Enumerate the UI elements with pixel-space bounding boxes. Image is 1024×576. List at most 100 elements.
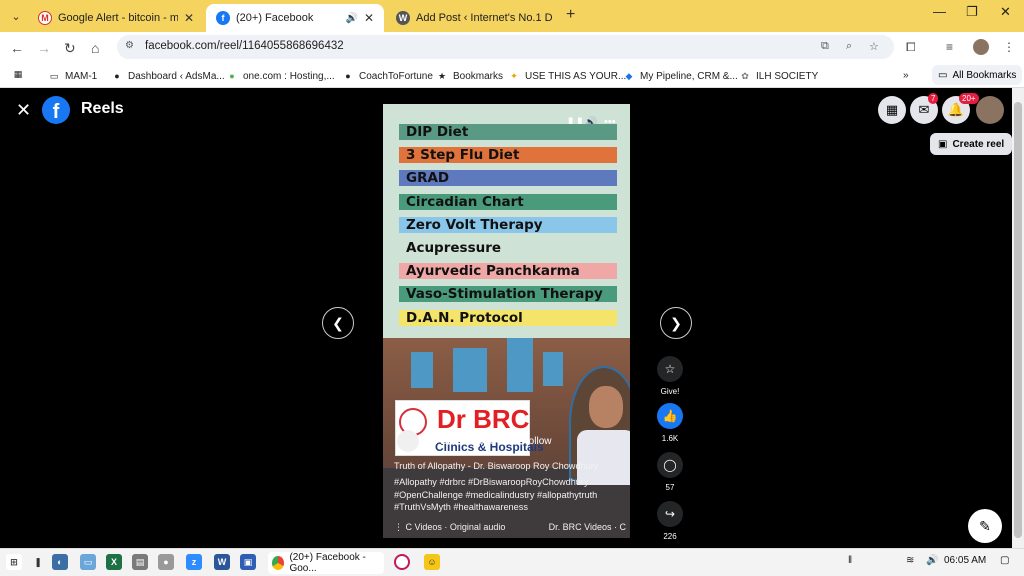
window-close-icon[interactable]: ✕ [1000,4,1011,20]
wordpress-icon: ● [114,71,120,81]
page-scrollbar[interactable] [1012,88,1024,548]
new-tab-button[interactable]: + [566,6,575,24]
tab-close-icon[interactable]: ✕ [184,11,194,25]
bookmark-item[interactable]: ✿ ILH SOCIETY [739,70,818,82]
app-icon-drive[interactable]: ▤ [132,554,148,570]
zoom-icon[interactable]: ⌕ [846,40,852,53]
follow-button[interactable]: Follow [523,436,552,447]
audio-row[interactable]: ⋮ C Videos · Original audio Dr. BRC Vide… [394,522,626,533]
folder-icon: ▭ [938,69,948,81]
star-icon: ★ [437,70,447,81]
caption-title: Truth of Allopathy - Dr. Biswaroop Roy C… [394,461,599,471]
bee-icon: ✦ [510,70,518,81]
restore-icon[interactable]: ❐ [966,4,978,20]
tab-close-icon[interactable]: ✕ [364,11,374,25]
speaker-icon[interactable]: 🔊 [345,13,357,24]
bookmark-item[interactable]: ★ Bookmarks [436,70,503,82]
bookmark-item[interactable]: ▭ MAM-1 [48,70,98,82]
therapy-list-item: Ayurvedic Panchkarma [399,263,617,280]
creator-name[interactable]: Dr. BRC Videos [425,436,495,447]
therapy-list-item: GRAD [399,170,617,187]
like-thumb-icon: 👍 [657,403,683,429]
reel-video[interactable]: ❚❚ 🔊 ••• DIP Diet 3 Step Flu Diet GRAD Circ… [383,104,630,538]
tab-facebook[interactable]: f (20+) Facebook 🔊 ✕ [206,4,384,32]
tray-volume-icon[interactable]: 🔊 [926,555,938,566]
bookmark-item[interactable]: ● one.com : Hosting,... [226,70,334,82]
bookmark-item[interactable]: ● Dashboard ‹ AdsMa... [111,70,224,82]
app-icon-blue[interactable]: ▣ [240,554,256,570]
reload-icon[interactable]: ↻ [64,40,76,57]
app-icon-monitor[interactable]: ▭ [80,554,96,570]
gear-icon: ✿ [741,70,749,81]
extensions-icon[interactable]: ⧠ [906,40,916,55]
word-icon[interactable]: W [214,554,230,570]
therapy-list-item: Zero Volt Therapy [399,216,617,233]
home-icon[interactable]: ⌂ [91,40,99,56]
tab-search-icon[interactable]: ⌄ [6,6,26,26]
taskbar-chrome-facebook[interactable]: (20+) Facebook - Goo... [268,552,384,574]
reel-camera-icon: ▣ [938,138,948,150]
chrome-icon [272,556,285,570]
bookmark-item[interactable]: ● CoachToFortune [342,70,433,82]
media-controls-icon[interactable]: ≡ [946,40,953,54]
notification-center-icon[interactable]: ▢ [1000,555,1009,566]
compose-edit-button[interactable]: ✎ [968,509,1002,543]
forward-icon[interactable]: → [37,40,51,56]
task-view-icon[interactable]: ❚ [30,554,46,570]
create-reel-button[interactable]: ▣ Create reel [930,133,1013,155]
tab-title: (20+) Facebook [236,12,314,24]
bookmark-item[interactable]: ✦ USE THIS AS YOUR... [508,70,626,82]
tab-add-post[interactable]: W Add Post ‹ Internet's No.1 Dom [386,4,562,32]
microphone-icon[interactable]: ● [158,554,174,570]
app-icon-circle[interactable] [394,554,410,570]
therapy-list-item: 3 Step Flu Diet [399,147,617,164]
previous-reel-button[interactable]: ❮ [322,307,354,339]
creator-row: Dr. BRC Videos ✓ · Follow [397,430,551,452]
url-text: facebook.com/reel/1164055868696432 [145,40,344,52]
excel-icon[interactable]: X [106,554,122,570]
like-action[interactable]: 👍 1.6K [656,403,684,443]
address-bar[interactable]: ⚙ facebook.com/reel/1164055868696432 ⧉ ⌕… [117,35,894,59]
chevron-left-icon: ❮ [332,314,344,331]
back-icon[interactable]: ← [10,40,24,56]
bookmarks-overflow-icon[interactable]: » [903,70,909,81]
therapy-list-item: DIP Diet [399,124,617,140]
account-avatar[interactable] [976,96,1004,124]
minimize-icon[interactable]: — [933,4,946,19]
comment-action[interactable]: ◯ 57 [656,452,684,492]
therapy-list-item: Circadian Chart [399,193,617,210]
install-icon[interactable]: ⧉ [821,40,829,53]
close-reels-icon[interactable]: ✕ [16,100,31,121]
network-icon[interactable]: ≋ [906,555,914,566]
clock[interactable]: 06:05 AM [944,555,986,566]
profile-avatar[interactable] [973,39,989,55]
facebook-logo-icon[interactable]: f [42,96,70,124]
menu-icon[interactable]: ⋮ [1003,40,1015,54]
menu-grid-icon[interactable]: ▦ [878,96,906,124]
apps-icon[interactable]: ▦ [12,68,29,80]
snapchat-icon[interactable]: ☺ [424,554,440,570]
all-bookmarks-button[interactable]: ▭ All Bookmarks [932,65,1023,85]
therapy-list-item: Vaso-Stimulation Therapy [399,286,617,303]
give-action[interactable]: ☆ Give! [656,356,684,396]
share-action[interactable]: ↪ 226 [656,501,684,541]
site-info-icon[interactable]: ⚙ [125,40,134,51]
app-icon-1[interactable]: ◐ [52,554,68,570]
bookmark-item[interactable]: ◆ My Pipeline, CRM &... [623,70,738,82]
folder-icon: ▭ [49,70,59,81]
windows-start-icon[interactable]: ⊞ [6,554,22,570]
caption-hashtags[interactable]: #Allopathy #drbrc #DrBiswaroopRoyChowdhu… [394,476,624,513]
chevron-right-icon: ❯ [670,314,682,331]
zoom-app-icon[interactable]: z [186,554,202,570]
crm-icon: ◆ [625,70,633,81]
audio-wave-icon: ⋮ [394,522,406,532]
tray-overflow-icon[interactable]: ‖ [848,555,852,566]
facebook-icon: f [216,11,230,25]
therapy-list-item: Acupressure [406,240,502,256]
tab-google-alert[interactable]: M Google Alert - bitcoin - mamaj ✕ [28,4,204,32]
creator-avatar[interactable] [397,430,419,452]
next-reel-button[interactable]: ❯ [660,307,692,339]
wordpress-icon: W [396,11,410,25]
share-arrow-icon: ↪ [657,501,683,527]
bookmark-star-icon[interactable]: ☆ [869,40,879,53]
